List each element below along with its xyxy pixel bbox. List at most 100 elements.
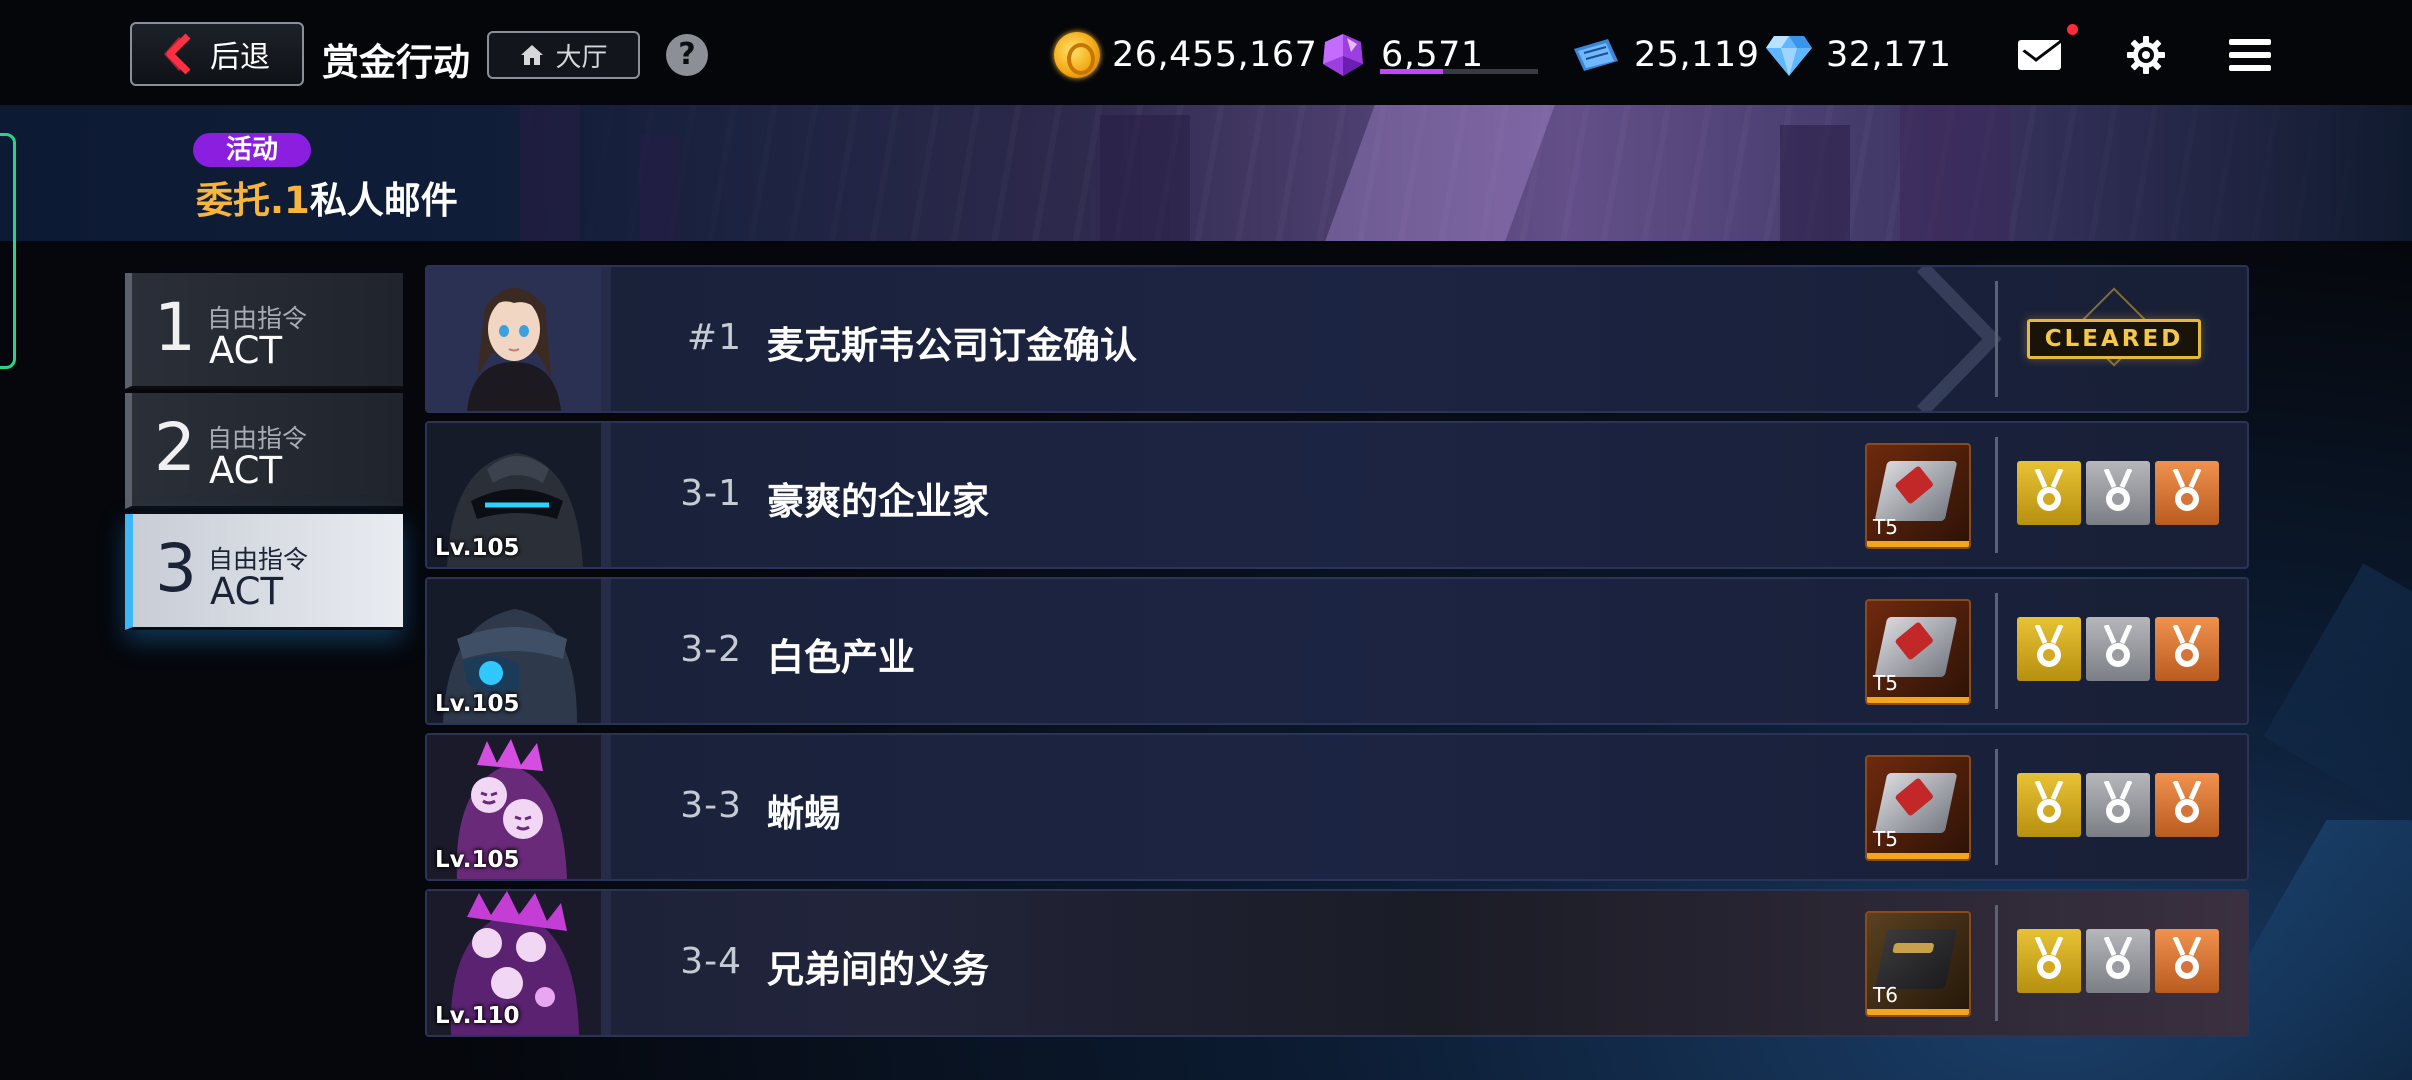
reward-rarity-bar	[1867, 853, 1969, 859]
mission-code: 3-1	[680, 473, 742, 514]
portrait-divider	[601, 735, 611, 879]
energy-progress-bar	[1380, 69, 1538, 74]
enemy-level: Lv.105	[435, 535, 520, 561]
chevron-left-icon	[164, 33, 191, 75]
gold-medal-icon	[2017, 617, 2081, 681]
reward-tier: T5	[1873, 515, 1898, 539]
bronze-medal-icon	[2155, 617, 2219, 681]
reward-item[interactable]: T6	[1865, 911, 1971, 1017]
ticket-amount: 25,119	[1634, 35, 1760, 75]
banner-building	[1100, 115, 1190, 241]
mission-code: #1	[686, 317, 742, 358]
mission-name: 蜥蜴	[767, 792, 841, 835]
row-divider	[1995, 437, 1998, 553]
reward-item[interactable]: T5	[1865, 599, 1971, 705]
gold-coin-icon	[1054, 32, 1100, 78]
act-label: ACT	[209, 329, 283, 372]
ticket-counter[interactable]: 25,119	[1570, 30, 1759, 80]
background-shard	[2263, 563, 2412, 837]
banner-building	[1780, 125, 1850, 241]
back-button[interactable]: 后退	[130, 22, 304, 86]
enemy-level: Lv.105	[435, 847, 520, 873]
lobby-button[interactable]: 大厅	[487, 31, 640, 79]
silver-medal-icon	[2086, 929, 2150, 993]
mission-name: 白色产业	[767, 636, 915, 679]
mission-row-2[interactable]: Lv.105 3-1 豪爽的企业家 T5	[425, 421, 2249, 569]
gold-counter[interactable]: 26,455,167	[1054, 30, 1317, 80]
reward-rarity-bar	[1867, 1009, 1969, 1015]
character-portrait	[427, 267, 601, 411]
bronze-medal-icon	[2155, 773, 2219, 837]
blue-ticket-icon	[1574, 39, 1618, 71]
act-tab-2[interactable]: 2 自由指令 ACT	[125, 393, 403, 509]
gem-counter[interactable]: 32,171	[1764, 30, 1951, 80]
mission-row-4[interactable]: Lv.105 3-3 蜥蜴 T5	[425, 733, 2249, 881]
event-title-highlight: 委托.1	[196, 179, 310, 222]
portrait-divider	[601, 423, 611, 567]
row-divider	[1995, 905, 1998, 1021]
page-title: 赏金行动	[322, 41, 470, 84]
act-number: 1	[154, 289, 196, 366]
act-number: 3	[155, 530, 197, 607]
enemy-level: Lv.105	[435, 691, 520, 717]
mail-icon[interactable]	[2018, 40, 2061, 70]
reward-tier: T5	[1873, 671, 1898, 695]
silver-medal-icon	[2086, 773, 2150, 837]
portrait-divider	[601, 891, 611, 1035]
reward-box-icon	[1874, 461, 1958, 521]
reward-box-icon	[1874, 773, 1958, 833]
act-label: ACT	[209, 449, 283, 492]
gem-amount: 32,171	[1826, 35, 1952, 75]
reward-item[interactable]: T5	[1865, 755, 1971, 861]
cleared-badge: CLEARED	[2023, 287, 2205, 379]
top-bar: 后退 赏金行动 大厅 ? 26,455,167 6,571 25,119 32,…	[0, 0, 2412, 105]
banner-building	[520, 105, 580, 241]
bronze-medal-icon	[2155, 461, 2219, 525]
gold-medal-icon	[2017, 461, 2081, 525]
cleared-label: CLEARED	[2044, 326, 2184, 352]
gear-icon[interactable]	[2126, 35, 2166, 75]
mission-row-5[interactable]: Lv.110 3-4 兄弟间的义务 T6	[425, 889, 2249, 1037]
mission-row-1[interactable]: #1 麦克斯韦公司订金确认 CLEARED	[425, 265, 2249, 413]
row-divider	[1995, 593, 1998, 709]
back-button-label: 后退	[210, 40, 270, 75]
act-label: ACT	[210, 570, 284, 613]
event-tag: 活动	[193, 133, 311, 167]
home-icon	[521, 45, 544, 65]
act-tab-1[interactable]: 1 自由指令 ACT	[125, 273, 403, 389]
diamond-icon	[1766, 36, 1812, 76]
gold-medal-icon	[2017, 929, 2081, 993]
help-button[interactable]: ?	[666, 34, 708, 76]
purple-crystal-icon	[1323, 34, 1363, 76]
cleared-plate: CLEARED	[2027, 319, 2201, 359]
enemy-level: Lv.110	[435, 1003, 520, 1029]
gold-medal-icon	[2017, 773, 2081, 837]
mission-name: 麦克斯韦公司订金确认	[767, 324, 1137, 367]
silver-medal-icon	[2086, 461, 2150, 525]
act-tab-3[interactable]: 3 自由指令 ACT	[125, 514, 403, 630]
bounty-screen: 后退 赏金行动 大厅 ? 26,455,167 6,571 25,119 32,…	[0, 0, 2412, 1080]
reward-rarity-bar	[1867, 541, 1969, 547]
reward-rarity-bar	[1867, 697, 1969, 703]
gold-amount: 26,455,167	[1112, 35, 1318, 75]
mission-name: 兄弟间的义务	[767, 948, 989, 991]
banner-building	[1900, 105, 2010, 241]
notification-dot	[2067, 24, 2078, 35]
mission-code: 3-4	[680, 941, 742, 982]
reward-tier: T6	[1873, 983, 1898, 1007]
mission-row-3[interactable]: Lv.105 3-2 白色产业 T5	[425, 577, 2249, 725]
portrait-divider	[601, 267, 611, 411]
event-title-text: 私人邮件	[309, 179, 458, 222]
row-divider	[1995, 281, 1998, 397]
reward-box-icon	[1874, 929, 1958, 989]
chevron-decoration-icon	[1916, 267, 2002, 411]
bronze-medal-icon	[2155, 929, 2219, 993]
energy-progress-fill	[1380, 69, 1444, 74]
reward-box-icon	[1874, 617, 1958, 677]
portrait-divider	[601, 579, 611, 723]
side-drawer-handle[interactable]	[0, 133, 16, 369]
silver-medal-icon	[2086, 617, 2150, 681]
banner-shard	[1325, 105, 1555, 241]
hamburger-menu-icon[interactable]	[2229, 39, 2271, 71]
reward-item[interactable]: T5	[1865, 443, 1971, 549]
